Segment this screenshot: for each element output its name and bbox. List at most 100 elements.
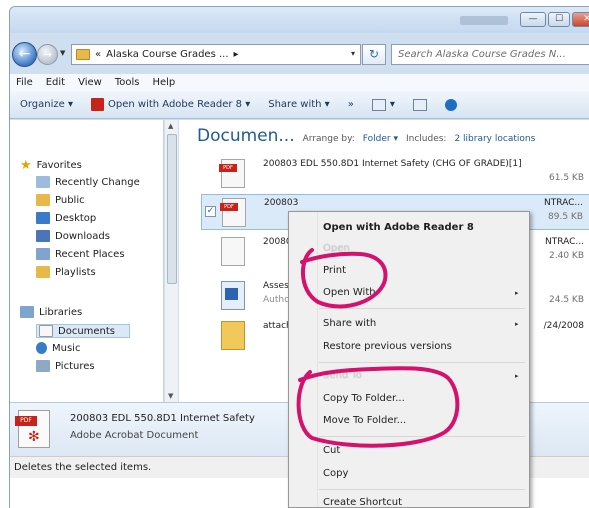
file-size: 61.5 KB	[549, 173, 584, 183]
menu-help[interactable]: Help	[152, 74, 175, 91]
title-bar: — ☐ ✕	[10, 7, 589, 33]
views-icon	[371, 98, 386, 111]
menu-cut[interactable]: Cut	[323, 445, 340, 456]
file-name-tail: NTRAC...	[544, 198, 583, 208]
star-icon: ★	[20, 158, 32, 173]
folder-icon	[36, 194, 50, 206]
folder-icon	[76, 49, 90, 60]
file-author: Autho	[263, 295, 290, 305]
menu-open-with-reader[interactable]: Open with Adobe Reader 8	[323, 222, 474, 233]
preview-pane-button[interactable]	[412, 98, 427, 111]
menu-bar: File Edit View Tools Help	[10, 74, 589, 91]
scroll-up-icon[interactable]: ▲	[168, 122, 173, 130]
nav-favorites-label: Favorites	[36, 160, 82, 171]
nav-label: Public	[55, 194, 85, 206]
nav-label: Recently Change	[55, 176, 140, 188]
music-icon	[36, 342, 47, 354]
help-button[interactable]	[444, 98, 457, 111]
file-name: 200803	[264, 198, 299, 208]
open-with-reader-button[interactable]: Open with Adobe Reader 8 ▾	[91, 98, 250, 111]
views-button[interactable]: ▾	[371, 98, 395, 111]
preview-pane-icon	[412, 98, 427, 111]
nav-music[interactable]: Music	[36, 342, 80, 354]
nav-favorites[interactable]: ★ Favorites	[20, 158, 82, 173]
menu-tools[interactable]: Tools	[115, 74, 140, 91]
nav-recent-places[interactable]: Recent Places	[36, 248, 125, 260]
navigation-scrollbar[interactable]: ▲ ▼	[164, 120, 178, 402]
window-title	[460, 16, 508, 25]
nav-public[interactable]: Public	[36, 194, 85, 206]
menu-edit[interactable]: Edit	[46, 74, 65, 91]
close-button[interactable]: ✕	[572, 12, 589, 27]
details-file-name: 200803 EDL 550.8D1 Internet Safety	[70, 413, 255, 424]
scroll-down-icon[interactable]: ▼	[168, 392, 173, 400]
breadcrumb[interactable]: Alaska Course Grades ...	[106, 49, 228, 60]
item-checkbox[interactable]: ✓	[205, 206, 216, 217]
library-locations-link[interactable]: 2 library locations	[454, 134, 535, 144]
file-icon	[221, 237, 245, 266]
forward-button[interactable]: →	[37, 44, 58, 65]
menu-restore-previous-versions[interactable]: Restore previous versions	[323, 341, 452, 352]
nav-label: Documents	[58, 325, 116, 337]
menu-copy[interactable]: Copy	[323, 468, 348, 479]
command-bar: Organize ▾ Open with Adobe Reader 8 ▾ Sh…	[10, 91, 589, 119]
menu-open-with[interactable]: Open With	[323, 287, 376, 298]
address-row: ← → ▼ « Alaska Course Grades ... ▸ ▾ ↻ S…	[10, 41, 589, 69]
menu-move-to-folder[interactable]: Move To Folder...	[323, 415, 406, 426]
nav-label: Pictures	[55, 360, 95, 372]
menu-copy-to-folder[interactable]: Copy To Folder...	[323, 393, 405, 404]
maximize-button[interactable]: ☐	[548, 12, 570, 27]
pdf-file-icon: PDF ✻	[15, 410, 50, 448]
pdf-file-icon: PDF	[220, 198, 246, 227]
nav-desktop[interactable]: Desktop	[36, 212, 96, 224]
word-file-icon	[221, 281, 245, 310]
libraries-icon	[20, 306, 34, 318]
submenu-arrow-icon: ▸	[515, 320, 519, 328]
back-button[interactable]: ←	[12, 42, 37, 67]
menu-view[interactable]: View	[78, 74, 102, 91]
minimize-button[interactable]: —	[520, 12, 546, 27]
file-size: 89.5 KB	[548, 212, 583, 222]
folder-icon	[221, 321, 245, 350]
nav-label: Recent Places	[55, 248, 125, 260]
search-input[interactable]: Search Alaska Course Grades N...	[391, 44, 589, 65]
nav-pictures[interactable]: Pictures	[36, 360, 95, 372]
menu-create-shortcut[interactable]: Create Shortcut	[323, 497, 402, 507]
library-header: Documen... Arrange by: Folder ▾ Includes…	[197, 126, 535, 146]
pdf-file-icon: PDF	[219, 159, 245, 188]
file-name: 200803 EDL 550.8D1 Internet Safety (CHG …	[263, 159, 522, 169]
file-size: 2.40 KB	[549, 251, 584, 261]
submenu-arrow-icon: ▸	[515, 372, 519, 380]
recent-icon	[36, 176, 50, 188]
file-row[interactable]: PDF 200803 EDL 550.8D1 Internet Safety (…	[201, 156, 589, 192]
menu-share-with[interactable]: Share with	[323, 318, 376, 329]
nav-documents[interactable]: Documents	[36, 324, 131, 338]
path-overflow[interactable]: «	[95, 49, 101, 60]
nav-libraries[interactable]: Libraries	[20, 306, 82, 318]
organize-button[interactable]: Organize ▾	[20, 99, 73, 110]
folder-icon	[36, 266, 50, 278]
nav-recently-changed[interactable]: Recently Change	[36, 176, 140, 188]
menu-open[interactable]: Open	[323, 243, 350, 254]
nav-downloads[interactable]: Downloads	[36, 230, 110, 242]
breadcrumb-arrow-icon[interactable]: ▸	[234, 49, 239, 60]
nav-label: Playlists	[55, 266, 96, 278]
recent-pages-dropdown[interactable]: ▼	[60, 49, 65, 57]
menu-print[interactable]: Print	[323, 265, 346, 276]
details-file-type: Adobe Acrobat Document	[70, 430, 199, 441]
refresh-button[interactable]: ↻	[362, 44, 386, 65]
address-bar[interactable]: « Alaska Course Grades ... ▸ ▾	[71, 44, 361, 65]
library-title: Documen...	[197, 126, 295, 146]
more-commands-button[interactable]: »	[348, 99, 354, 110]
nav-label: Music	[52, 342, 81, 354]
share-with-button[interactable]: Share with ▾	[268, 99, 329, 110]
menu-file[interactable]: File	[16, 74, 33, 91]
submenu-arrow-icon: ▸	[515, 289, 519, 297]
context-menu: Open with Adobe Reader 8 Open Print Open…	[288, 211, 530, 508]
menu-send-to[interactable]: Send To	[323, 370, 362, 381]
nav-playlists[interactable]: Playlists	[36, 266, 96, 278]
arrange-by-label: Arrange by:	[302, 134, 355, 144]
arrange-by-dropdown[interactable]: Folder ▾	[363, 134, 398, 144]
scroll-thumb[interactable]	[167, 134, 177, 284]
address-dropdown[interactable]: ▾	[351, 49, 355, 58]
